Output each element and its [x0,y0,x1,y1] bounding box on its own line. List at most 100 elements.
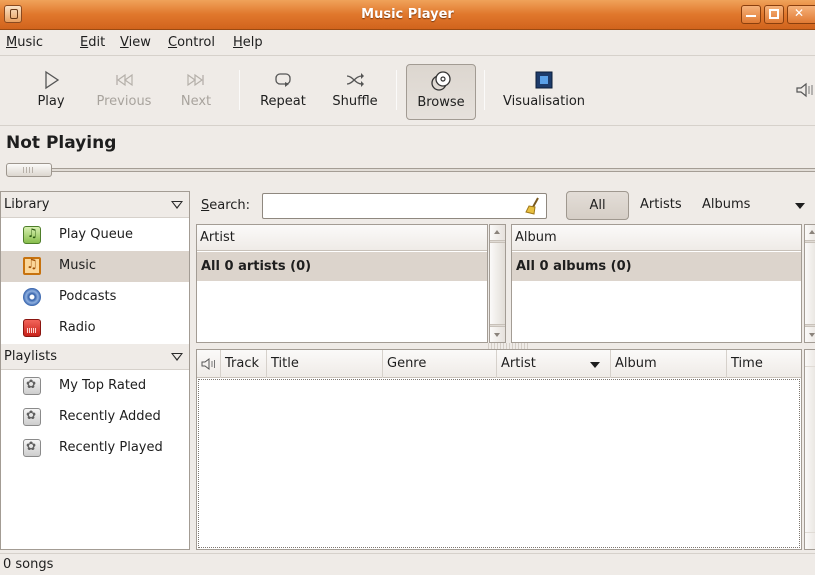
column-artist[interactable]: Artist [497,350,611,378]
scroll-up-icon [494,230,500,234]
scroll-up-button[interactable] [805,225,815,241]
minimize-button[interactable] [741,5,761,24]
menu-control-accel: C [168,35,178,50]
scroll-up-icon [809,230,815,234]
playlists-header[interactable]: Playlists [1,344,189,370]
library-header-label: Library [4,197,50,212]
column-time[interactable]: Time [727,350,801,378]
filter-more-dropdown-icon[interactable] [795,203,805,209]
maximize-icon [769,9,779,19]
toolbar-separator [484,70,485,110]
search-label: Search: [201,198,250,213]
sidebar-item-label: Radio [59,320,96,335]
menu-control[interactable]: Control [168,35,215,50]
artist-browser: Artist All 0 artists (0) [196,224,488,343]
toolbar: Play Previous Next Repeat Shuffle Browse… [0,56,815,126]
menu-music[interactable]: Music [6,35,43,50]
track-list-body[interactable] [198,379,800,548]
clear-broom-icon[interactable] [524,196,542,216]
column-now-playing[interactable] [197,350,221,378]
sidebar-item-label: Play Queue [59,227,133,242]
filter-albums-button[interactable]: Albums [694,191,758,220]
scroll-down-icon [809,333,815,337]
sidebar-item-recently-played[interactable]: Recently Played [1,433,189,464]
artist-column-header[interactable]: Artist [197,225,487,251]
artist-scrollbar[interactable] [489,224,506,343]
menu-control-label: ontrol [177,35,215,50]
scroll-down-icon [494,333,500,337]
now-playing-title: Not Playing [6,133,117,153]
sidebar-item-recently-added[interactable]: Recently Added [1,402,189,433]
search-input[interactable] [262,193,547,219]
close-button[interactable]: ✕ [787,5,815,24]
sidebar: Library Play Queue Music Podcasts Radio … [0,191,190,550]
sidebar-item-label: Podcasts [59,289,117,304]
podcasts-icon [23,288,41,306]
sidebar-item-label: My Top Rated [59,378,147,393]
volume-icon[interactable] [795,80,815,100]
column-album[interactable]: Album [611,350,727,378]
maximize-button[interactable] [764,5,784,24]
menu-edit-accel: E [80,35,89,50]
repeat-label: Repeat [260,94,306,109]
track-list-scrollbar[interactable] [804,349,815,550]
scroll-down-button[interactable] [490,326,505,342]
album-header-label: Album [515,230,557,245]
sidebar-item-play-queue[interactable]: Play Queue [1,220,189,251]
close-icon: ✕ [794,6,805,20]
sidebar-item-podcasts[interactable]: Podcasts [1,282,189,313]
browse-label: Browse [417,95,465,110]
sidebar-item-label: Recently Played [59,440,163,455]
next-label: Next [180,94,212,109]
filter-all-button[interactable]: All [566,191,629,220]
shuffle-button[interactable]: Shuffle [326,64,384,120]
sidebar-item-label: Music [59,258,96,273]
smart-playlist-icon [23,408,41,426]
scroll-down-button[interactable] [805,533,815,549]
scroll-up-button[interactable] [805,350,815,366]
minimize-icon [746,6,756,17]
sidebar-item-music[interactable]: Music [1,251,189,282]
album-browser: Album All 0 albums (0) [511,224,802,343]
scroll-thumb[interactable] [805,367,815,532]
repeat-button[interactable]: Repeat [254,64,312,120]
column-genre[interactable]: Genre [383,350,497,378]
playlists-expander-icon[interactable] [171,353,183,361]
column-track[interactable]: Track [221,350,267,378]
column-title[interactable]: Title [267,350,383,378]
library-expander-icon[interactable] [171,201,183,209]
menu-help[interactable]: Help [233,35,263,50]
title-bar[interactable]: Music Player ✕ [0,0,815,30]
music-player-window: Music Player ✕ Music Edit View Control H… [0,0,815,575]
visualisation-button[interactable]: Visualisation [496,64,592,120]
radio-icon [23,319,41,337]
track-list: Track Title Genre Artist Album Time [196,349,802,550]
column-artist-label: Artist [501,356,536,371]
scroll-thumb[interactable] [805,242,815,325]
menu-view[interactable]: View [120,35,151,50]
album-all-row[interactable]: All 0 albums (0) [512,252,801,281]
scroll-thumb[interactable] [490,242,505,325]
album-column-header[interactable]: Album [512,225,801,251]
seek-bar-track[interactable] [6,168,815,172]
browse-toggle-button[interactable]: Browse [406,64,476,120]
play-button[interactable]: Play [30,64,72,120]
seek-bar-thumb[interactable] [6,163,52,177]
previous-button[interactable]: Previous [92,64,156,120]
album-scrollbar[interactable] [804,224,815,343]
menu-edit[interactable]: Edit [80,35,105,50]
library-header[interactable]: Library [1,192,189,218]
next-button[interactable]: Next [176,64,216,120]
filter-artists-button[interactable]: Artists [632,191,690,220]
menu-help-label: elp [242,35,263,50]
scroll-up-button[interactable] [490,225,505,241]
scroll-down-button[interactable] [805,326,815,342]
artist-all-row[interactable]: All 0 artists (0) [197,252,487,281]
play-label: Play [37,94,65,109]
sidebar-item-radio[interactable]: Radio [1,313,189,344]
column-track-label: Track [225,356,260,371]
column-album-label: Album [615,356,657,371]
sort-descending-icon [590,362,600,368]
sidebar-item-my-top-rated[interactable]: My Top Rated [1,371,189,402]
repeat-icon [275,73,291,87]
